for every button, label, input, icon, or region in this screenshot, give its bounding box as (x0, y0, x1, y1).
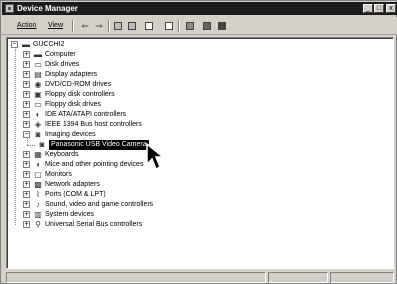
tree-child-label: Panasonic USB Video Camera (49, 140, 149, 150)
monitor-icon: ▢ (34, 170, 42, 179)
tree-item-label: Computer (45, 51, 76, 58)
help-icon[interactable] (163, 20, 175, 32)
tree-item-label: Monitors (45, 171, 72, 178)
expand-toggle[interactable]: + (23, 61, 30, 68)
port-icon: ⌇ (36, 190, 40, 199)
scan-icon[interactable] (184, 20, 196, 32)
floppy-drive-icon: ▭ (34, 100, 42, 109)
status-pane-2 (268, 272, 328, 283)
toolbar-separator (72, 20, 74, 32)
computer-icon: ▬ (22, 40, 30, 49)
maximize-button[interactable]: □ (374, 4, 384, 13)
disk-drive-icon: ▭ (34, 60, 42, 69)
ide-controller-icon: ◐ (35, 110, 41, 119)
expand-toggle[interactable]: + (23, 171, 30, 178)
collapse-toggle[interactable]: − (11, 41, 18, 48)
device-manager-icon (5, 4, 14, 13)
tree-connector (27, 145, 35, 146)
remove-icon[interactable] (216, 20, 228, 32)
collapse-toggle[interactable]: − (23, 131, 30, 138)
expand-toggle[interactable]: + (23, 151, 30, 158)
tree-item-label: DVD/CD-ROM drives (45, 81, 112, 88)
tree-item-label: Floppy disk controllers (45, 91, 115, 98)
window-title: Device Manager (17, 4, 78, 13)
status-pane-main (6, 272, 266, 283)
up-folder-icon[interactable] (112, 20, 124, 32)
tree-item-label: Keyboards (45, 151, 79, 158)
tree-root-label: GUCCHI2 (33, 41, 65, 48)
cdrom-icon: ◉ (34, 80, 42, 89)
mouse-pointer-icon (146, 143, 166, 171)
tree-item-label: IDE ATA/ATAPI controllers (45, 111, 127, 118)
expand-toggle[interactable]: + (23, 191, 30, 198)
expand-toggle[interactable]: + (23, 81, 30, 88)
network-icon: ▩ (34, 180, 42, 189)
properties-icon[interactable] (126, 20, 138, 32)
expand-toggle[interactable]: + (23, 91, 30, 98)
expand-toggle[interactable]: + (23, 111, 30, 118)
device-manager-window: Device Manager _ □ x Action View ⇐ ⇒ − ▬ G… (0, 0, 397, 284)
keyboard-icon: ▦ (34, 150, 42, 159)
tree-item-label: Imaging devices (45, 131, 96, 138)
ieee1394-icon: ◈ (34, 120, 42, 129)
tree-item-label: Network adapters (45, 181, 100, 188)
menu-action[interactable]: Action (17, 21, 36, 31)
expand-toggle[interactable]: + (23, 101, 30, 108)
expand-toggle[interactable]: + (23, 71, 30, 78)
tree-item-label: Disk drives (45, 61, 80, 68)
expand-toggle[interactable]: + (23, 211, 30, 218)
tree-item-label: IEEE 1394 Bus host controllers (45, 121, 142, 128)
camera-icon: ◙ (35, 130, 41, 139)
system-icon: ▥ (34, 210, 42, 219)
usb-icon: ⚲ (35, 220, 41, 229)
minimize-button[interactable]: _ (363, 4, 373, 13)
close-button[interactable]: x (386, 4, 396, 13)
title-bar[interactable]: Device Manager _ □ x (2, 2, 397, 15)
update-icon[interactable] (201, 20, 213, 32)
tree-item-label: Sound, video and game controllers (45, 201, 154, 208)
status-bar (6, 272, 394, 283)
sound-icon: ♪ (36, 200, 40, 209)
status-pane-3 (330, 272, 394, 283)
tree-item-label: Universal Serial Bus controllers (45, 221, 143, 228)
floppy-controller-icon: ▣ (34, 90, 42, 99)
tree-item-label: System devices (45, 211, 95, 218)
device-tree[interactable]: − ▬ GUCCHI2 + ▬ Computer + ▭ Disk drives + ▤ Displa… (6, 37, 394, 269)
back-arrow-icon[interactable]: ⇐ (79, 20, 91, 32)
camera-icon: ◙ (39, 140, 45, 149)
toolbar-separator (178, 20, 180, 32)
expand-toggle[interactable]: + (23, 161, 30, 168)
tree-item-label: Floppy disk drives (45, 101, 102, 108)
toolbar-separator (108, 20, 110, 32)
expand-toggle[interactable]: + (23, 201, 30, 208)
mouse-icon: ◖ (35, 160, 41, 169)
tree-item-label: Display adapters (45, 71, 98, 78)
display-adapter-icon: ▤ (34, 70, 42, 79)
expand-toggle[interactable]: + (23, 121, 30, 128)
expand-toggle[interactable]: + (23, 221, 30, 228)
expand-toggle[interactable]: + (23, 51, 30, 58)
tree-item-label: Mice and other pointing devices (45, 161, 144, 168)
computer-icon: ▬ (34, 50, 42, 59)
expand-toggle[interactable]: + (23, 181, 30, 188)
menu-view[interactable]: View (48, 21, 63, 31)
tree-item-label: Ports (COM & LPT) (45, 191, 106, 198)
print-icon[interactable] (143, 20, 155, 32)
tree-connector (27, 138, 28, 145)
forward-arrow-icon[interactable]: ⇒ (93, 20, 105, 32)
menu-toolbar: Action View ⇐ ⇒ (2, 17, 397, 35)
tree-connector (15, 49, 16, 225)
